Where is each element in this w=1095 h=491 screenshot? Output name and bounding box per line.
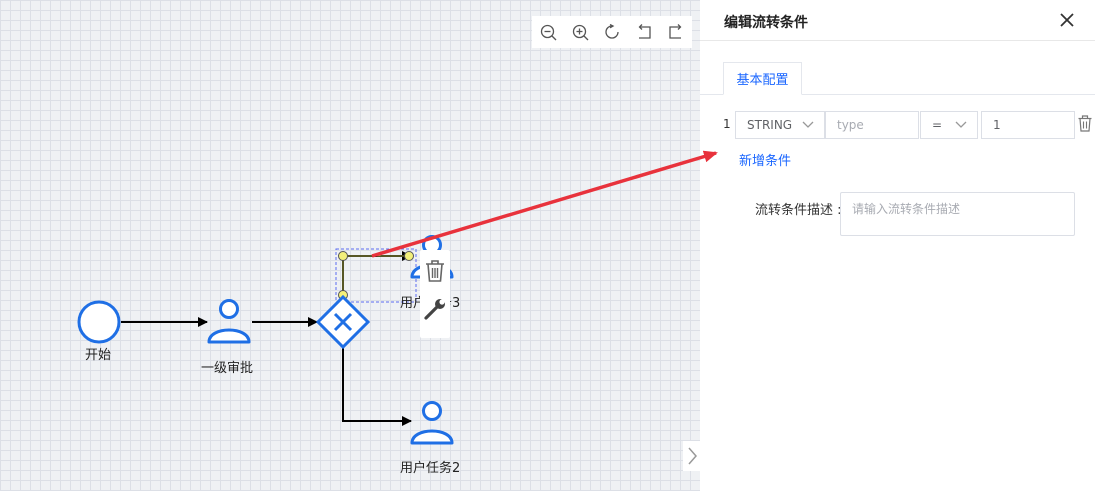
- field-name-input[interactable]: type: [825, 111, 919, 139]
- condition-row: 1 STRING type = 1: [700, 111, 1095, 139]
- waypoint-handle: [338, 251, 348, 261]
- trash-icon: [426, 260, 444, 282]
- condition-index: 1: [723, 117, 731, 131]
- description-label: 流转条件描述 :: [755, 203, 842, 218]
- sequence-flow-gateway-to-task2[interactable]: [342, 347, 412, 426]
- panel-title: 编辑流转条件: [724, 15, 808, 31]
- waypoint-handle: [404, 251, 414, 261]
- chevron-down-icon: [955, 121, 967, 128]
- operator-select[interactable]: =: [920, 111, 978, 139]
- compare-value: 1: [993, 118, 1001, 132]
- user-icon: [410, 401, 454, 445]
- panel-tabs: 基本配置: [700, 62, 1095, 95]
- value-type-select[interactable]: STRING: [735, 111, 825, 139]
- description-textarea[interactable]: [840, 192, 1075, 236]
- chevron-right-icon: [687, 447, 697, 465]
- delete-condition-button[interactable]: [1078, 115, 1094, 133]
- compare-value-input[interactable]: 1: [981, 111, 1075, 139]
- user-task-2[interactable]: [410, 401, 454, 445]
- tab-basic-config[interactable]: 基本配置: [723, 62, 802, 95]
- property-panel: 编辑流转条件 基本配置 1 STRING type = 1 新增条件 流转条件描…: [700, 0, 1095, 491]
- user-task-approval[interactable]: [207, 299, 251, 344]
- operator-value: =: [932, 118, 943, 132]
- start-event[interactable]: [77, 300, 121, 344]
- exclusive-gateway[interactable]: [315, 294, 371, 350]
- close-button[interactable]: [1058, 11, 1076, 29]
- trash-icon: [1078, 115, 1092, 132]
- add-condition-link[interactable]: 新增条件: [739, 150, 791, 169]
- value-type-value: STRING: [747, 118, 793, 132]
- context-pad: [420, 250, 450, 338]
- close-icon: [1060, 13, 1074, 27]
- field-name-placeholder: type: [837, 118, 864, 132]
- user-icon: [207, 299, 251, 344]
- approval-task-label: 一级审批: [201, 361, 254, 376]
- diagram-canvas[interactable]: 开始 一级审批 用户任务3 用户任务2: [0, 0, 700, 491]
- wrench-icon: [424, 299, 445, 320]
- panel-collapse-toggle[interactable]: [683, 441, 700, 471]
- bpmn-diagram: [77, 235, 454, 445]
- delete-element-button[interactable]: [420, 252, 450, 290]
- change-type-button[interactable]: [420, 290, 450, 328]
- chevron-down-icon: [802, 121, 814, 128]
- start-event-label: 开始: [85, 348, 112, 363]
- panel-header: 编辑流转条件: [700, 0, 1095, 41]
- task2-label: 用户任务2: [400, 461, 461, 476]
